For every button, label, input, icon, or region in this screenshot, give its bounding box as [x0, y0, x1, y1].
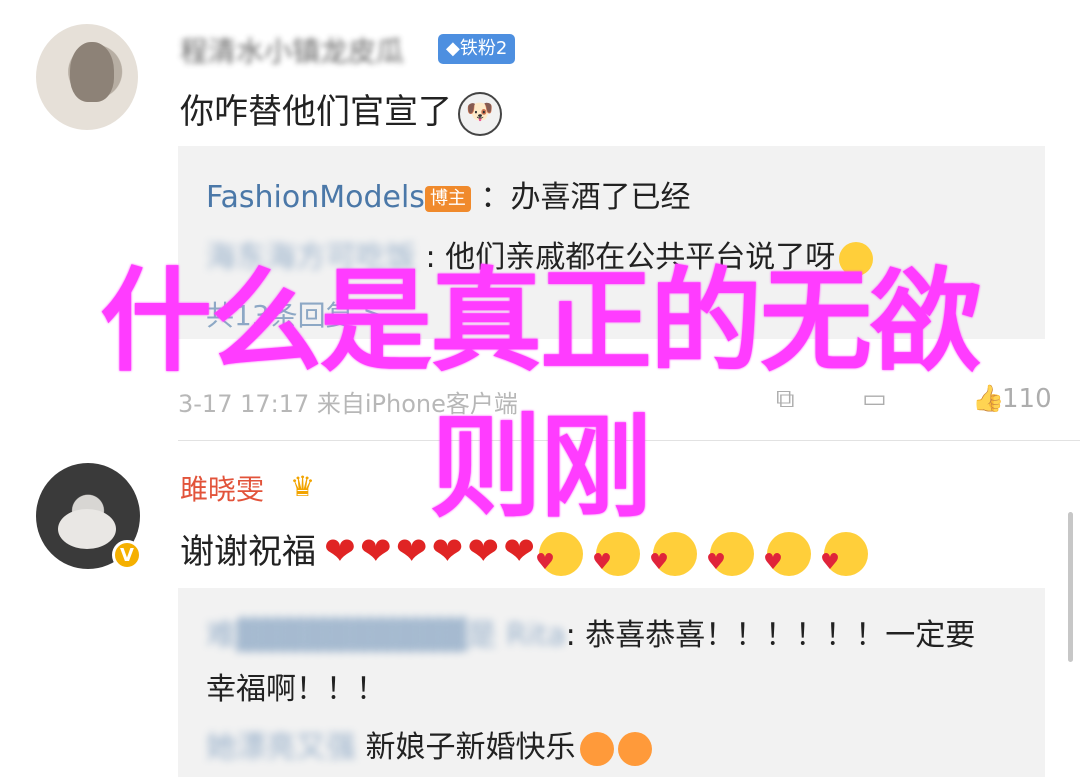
reply-line: FashionModels 博主 ：办喜酒了已经: [206, 172, 690, 216]
kiss-face-icon: [706, 532, 755, 577]
heart-icon: ❤: [395, 528, 428, 573]
comment-body: 你咋替他们官宣了: [180, 92, 452, 132]
kiss-emoji-icon: [579, 731, 614, 766]
reply-line: 难▓▓▓▓▓▓▓▓▓▓是 Rita: 恭喜恭喜！！！！！！一定要: [206, 610, 975, 654]
heart-icon: ❤: [467, 528, 500, 573]
overlay-title-line2: 则刚: [430, 403, 652, 533]
overlay-title: 什么是真正的无欲: [100, 257, 982, 387]
heart-icon: ❤: [431, 528, 464, 573]
verified-badge: V: [112, 540, 142, 570]
kiss-face-icon: [535, 532, 584, 577]
reply-author[interactable]: 难▓▓▓▓▓▓▓▓▓▓是 Rita: [206, 618, 566, 653]
reply-line: 她漂亮又强 新娘子新婚快乐: [206, 722, 652, 766]
heart-icon: ❤: [503, 528, 536, 573]
husky-emoji-icon: 🐶: [458, 91, 502, 136]
fan-level-badge: ◆铁粉2: [438, 34, 516, 64]
emoji-row: ❤ ❤ ❤ ❤ ❤ ❤: [324, 531, 881, 577]
kiss-face-icon: [592, 532, 641, 577]
reply-author[interactable]: 她漂亮又强: [206, 730, 356, 765]
avatar[interactable]: [36, 24, 138, 130]
comment-text: 你咋替他们官宣了 🐶: [180, 84, 502, 136]
comment-body: 谢谢祝福: [180, 532, 316, 572]
scrollbar[interactable]: [1068, 512, 1073, 662]
reply-text: : 恭喜恭喜！！！！！！一定要: [565, 618, 976, 653]
kiss-face-icon: [820, 532, 869, 577]
host-badge: 博主: [424, 185, 471, 212]
reply-text: 新娘子新婚快乐: [365, 730, 576, 765]
heart-icon: ❤: [324, 528, 356, 573]
username[interactable]: 程清水小镇龙皮瓜: [180, 30, 404, 70]
kiss-face-icon: [763, 532, 812, 577]
reply-author[interactable]: FashionModels: [206, 180, 425, 215]
kiss-emoji-icon: [617, 731, 652, 766]
reply-line-cont: 幸福啊！！！: [206, 672, 386, 707]
kiss-face-icon: [649, 532, 698, 577]
heart-icon: ❤: [359, 528, 392, 573]
reply-text: ：办喜酒了已经: [480, 180, 691, 215]
replies-panel: 难▓▓▓▓▓▓▓▓▓▓是 Rita: 恭喜恭喜！！！！！！一定要 幸福啊！！！ …: [178, 588, 1045, 777]
